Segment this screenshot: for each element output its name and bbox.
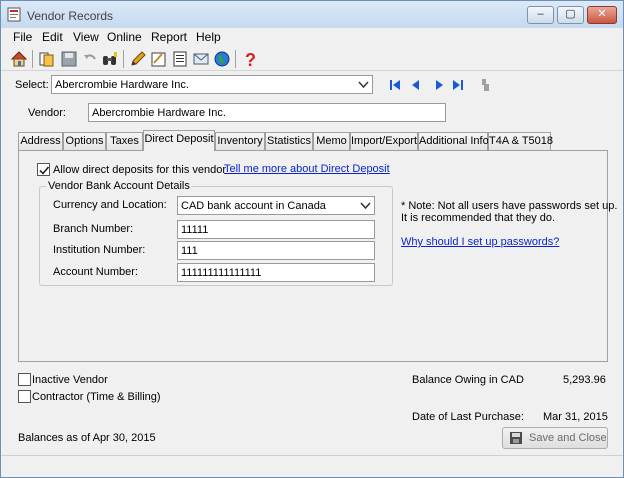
globe-icon[interactable]	[213, 50, 231, 68]
checkmark-icon	[39, 166, 50, 175]
vendor-label: Vendor:	[28, 107, 66, 119]
account-number-value: 111111111111111	[181, 267, 262, 279]
currency-location-select[interactable]: CAD bank account in Canada	[177, 196, 375, 215]
menu-file[interactable]: File	[13, 30, 32, 44]
tab-import-export[interactable]: Import/Export	[350, 132, 418, 150]
next-record-icon[interactable]	[432, 77, 446, 93]
tab-inventory[interactable]: Inventory	[215, 132, 265, 150]
chevron-down-icon	[358, 81, 369, 89]
select-vendor-combo[interactable]: Abercrombie Hardware Inc.	[51, 75, 373, 94]
tab-taxes[interactable]: Taxes	[106, 132, 143, 150]
toolbar: ?	[1, 46, 623, 71]
status-bar	[1, 455, 623, 477]
tab-additional-info[interactable]: Additional Info	[418, 132, 489, 150]
select-vendor-value: Abercrombie Hardware Inc.	[55, 79, 189, 91]
last-purchase-value: Mar 31, 2015	[543, 411, 608, 423]
tab-address[interactable]: Address	[18, 132, 63, 150]
allow-direct-deposit-label[interactable]: Allow direct deposits for this vendor	[53, 164, 226, 176]
select-label: Select:	[15, 79, 49, 91]
save-icon	[510, 432, 522, 444]
branch-number-label: Branch Number:	[53, 223, 134, 235]
account-number-label: Account Number:	[53, 266, 138, 278]
balance-owing-label: Balance Owing in CAD	[412, 374, 524, 386]
password-note-line2: It is recommended that they do.	[401, 212, 556, 224]
tab-memo[interactable]: Memo	[313, 132, 350, 150]
minimize-button[interactable]: –	[527, 6, 554, 24]
save-and-close-button[interactable]: Save and Close	[502, 427, 608, 449]
account-number-field[interactable]: 111111111111111	[177, 263, 375, 282]
menu-edit[interactable]: Edit	[42, 30, 63, 44]
contractor-label[interactable]: Contractor (Time & Billing)	[32, 391, 161, 403]
title-bar[interactable]: Vendor Records – ▢ ✕	[1, 1, 623, 28]
vendor-records-window: Vendor Records – ▢ ✕ File Edit View Onli…	[0, 0, 624, 478]
vendor-app-icon	[7, 7, 21, 22]
balance-owing-value: 5,293.96	[563, 374, 606, 386]
menu-view[interactable]: View	[73, 30, 99, 44]
first-record-icon[interactable]	[388, 77, 402, 93]
notes-icon[interactable]	[150, 50, 168, 68]
record-history-icon[interactable]	[479, 77, 493, 93]
save-icon[interactable]	[60, 50, 78, 68]
institution-number-value: 111	[181, 245, 198, 257]
inactive-vendor-checkbox[interactable]	[18, 373, 31, 386]
inactive-vendor-label[interactable]: Inactive Vendor	[32, 374, 108, 386]
close-button[interactable]: ✕	[587, 6, 617, 24]
maximize-button[interactable]: ▢	[557, 6, 584, 24]
last-record-icon[interactable]	[451, 77, 465, 93]
svg-text:?: ?	[245, 50, 256, 68]
window-title: Vendor Records	[27, 9, 114, 23]
branch-number-value: 11111	[181, 224, 209, 236]
vendor-name-field[interactable]: Abercrombie Hardware Inc.	[88, 103, 446, 122]
institution-number-field[interactable]: 111	[177, 241, 375, 260]
tab-direct-deposit[interactable]: Direct Deposit	[143, 130, 215, 151]
menu-report[interactable]: Report	[151, 30, 187, 44]
home-icon[interactable]	[10, 50, 28, 68]
binoculars-icon[interactable]	[101, 50, 119, 68]
print-icon[interactable]	[171, 50, 189, 68]
previous-record-icon[interactable]	[409, 77, 423, 93]
toolbar-separator	[32, 50, 33, 68]
last-purchase-label: Date of Last Purchase:	[412, 411, 524, 423]
allow-direct-deposit-checkbox[interactable]	[37, 163, 50, 176]
currency-location-label: Currency and Location:	[53, 199, 167, 211]
contractor-checkbox[interactable]	[18, 390, 31, 403]
edit-icon[interactable]	[129, 50, 147, 68]
email-icon[interactable]	[192, 50, 210, 68]
menu-online[interactable]: Online	[107, 30, 142, 44]
tab-statistics[interactable]: Statistics	[265, 132, 313, 150]
menu-bar: File Edit View Online Report Help	[1, 28, 623, 46]
open-record-icon[interactable]	[38, 50, 56, 68]
branch-number-field[interactable]: 11111	[177, 220, 375, 239]
tell-me-more-link[interactable]: Tell me more about Direct Deposit	[224, 163, 390, 175]
undo-icon[interactable]	[81, 50, 99, 68]
balances-as-of: Balances as of Apr 30, 2015	[18, 432, 156, 444]
menu-help[interactable]: Help	[196, 30, 221, 44]
toolbar-separator	[123, 50, 124, 68]
tab-t4a-t5018[interactable]: T4A & T5018	[488, 132, 553, 150]
vendor-name-value: Abercrombie Hardware Inc.	[92, 107, 226, 119]
toolbar-separator	[235, 50, 236, 68]
currency-location-value: CAD bank account in Canada	[181, 200, 326, 212]
group-title: Vendor Bank Account Details	[46, 180, 192, 192]
tab-options[interactable]: Options	[63, 132, 106, 150]
password-note-line1: * Note: Not all users have passwords set…	[401, 200, 618, 212]
direct-deposit-panel: Allow direct deposits for this vendor Te…	[18, 150, 617, 362]
help-icon[interactable]: ?	[241, 50, 259, 68]
chevron-down-icon	[360, 202, 371, 210]
why-passwords-link[interactable]: Why should I set up passwords?	[401, 236, 559, 248]
save-and-close-label: Save and Close	[529, 432, 607, 444]
institution-number-label: Institution Number:	[53, 244, 146, 256]
